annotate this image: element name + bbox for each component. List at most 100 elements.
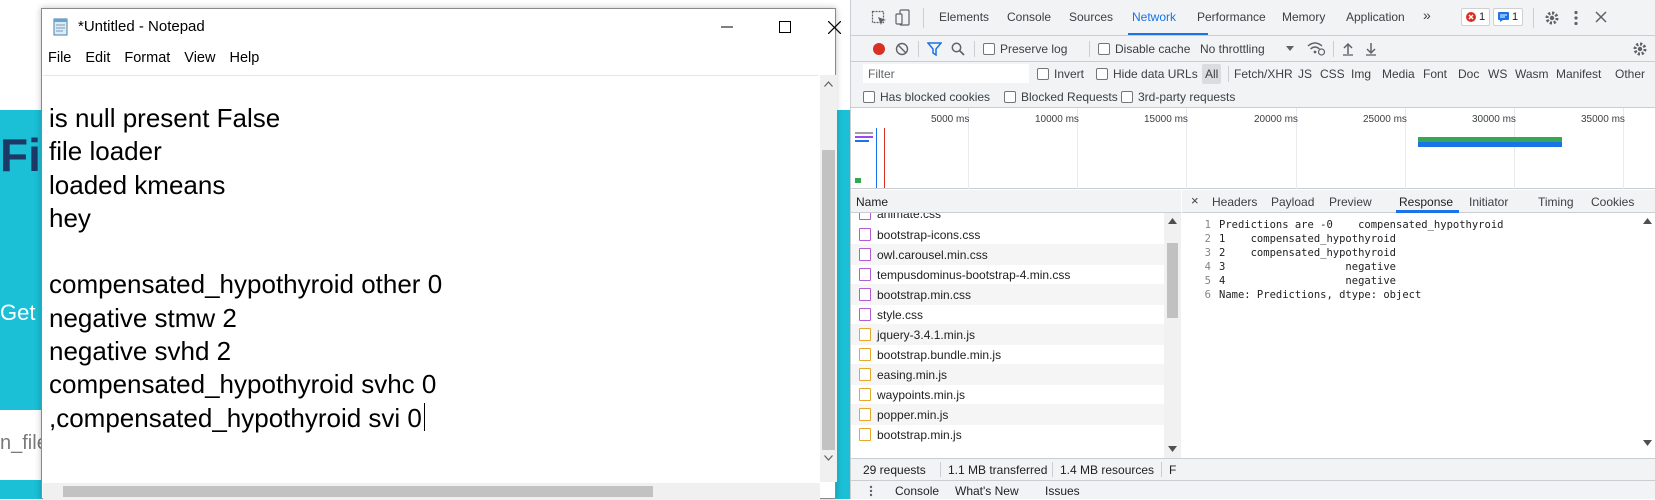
filter-type-font[interactable]: Font xyxy=(1423,67,1447,81)
tab-timing[interactable]: Timing xyxy=(1538,195,1574,209)
close-detail-button[interactable]: × xyxy=(1191,193,1199,208)
request-list-scrollbar[interactable] xyxy=(1164,213,1181,458)
notepad-text-area[interactable]: is null present False file loader loaded… xyxy=(43,75,818,482)
filter-type-fetch-xhr[interactable]: Fetch/XHR xyxy=(1234,67,1293,81)
tab-payload[interactable]: Payload xyxy=(1271,195,1314,209)
tab-network[interactable]: Network xyxy=(1132,10,1176,24)
filter-type-js[interactable]: JS xyxy=(1298,67,1312,81)
request-row[interactable]: popper.min.js xyxy=(851,404,1164,425)
clear-icon[interactable] xyxy=(895,42,909,56)
request-row[interactable]: animate.css xyxy=(851,213,1164,224)
vertical-scroll-thumb[interactable] xyxy=(822,150,835,450)
filter-type-media[interactable]: Media xyxy=(1382,67,1415,81)
filter-icon[interactable] xyxy=(927,42,942,56)
record-icon[interactable] xyxy=(872,42,886,56)
maximize-button[interactable] xyxy=(756,9,814,45)
filter-type-ws[interactable]: WS xyxy=(1488,67,1507,81)
kebab-menu-icon[interactable] xyxy=(869,485,873,497)
request-row[interactable]: tempusdominus-bootstrap-4.min.css xyxy=(851,264,1164,285)
invert-checkbox[interactable]: Invert xyxy=(1037,67,1084,81)
drawer-tab-console[interactable]: Console xyxy=(895,484,939,498)
vertical-scrollbar[interactable] xyxy=(820,75,837,482)
response-body[interactable]: 1 Predictions are -0 compensated_hypothyr… xyxy=(1182,218,1655,302)
scroll-up-arrow[interactable] xyxy=(820,75,837,92)
network-toolbar: Preserve log Disable cache No throttling xyxy=(851,36,1655,62)
filter-type-img[interactable]: Img xyxy=(1351,67,1371,81)
request-row[interactable]: bootstrap.bundle.min.js xyxy=(851,344,1164,365)
request-list-scroll-thumb[interactable] xyxy=(1167,243,1178,318)
download-icon[interactable] xyxy=(1365,42,1377,56)
tab-console[interactable]: Console xyxy=(1007,10,1051,24)
menu-file[interactable]: File xyxy=(42,47,78,71)
menu-edit[interactable]: Edit xyxy=(78,47,117,71)
third-party-requests-checkbox[interactable]: 3rd-party requests xyxy=(1121,90,1235,104)
horizontal-scroll-thumb[interactable] xyxy=(63,486,653,497)
close-icon[interactable] xyxy=(1595,11,1607,23)
tab-elements[interactable]: Elements xyxy=(939,10,989,24)
gear-icon[interactable] xyxy=(1632,41,1648,57)
close-button[interactable] xyxy=(814,9,854,45)
css-file-icon xyxy=(859,213,871,220)
kebab-menu-icon[interactable] xyxy=(1573,10,1579,26)
tab-headers[interactable]: Headers xyxy=(1212,195,1257,209)
request-row[interactable]: easing.min.js xyxy=(851,364,1164,385)
tab-preview[interactable]: Preview xyxy=(1329,195,1372,209)
filter-type-all[interactable]: All xyxy=(1202,64,1222,84)
tab-performance[interactable]: Performance xyxy=(1197,10,1266,24)
request-row[interactable]: bootstrap.min.css xyxy=(851,284,1164,305)
caret-down-icon[interactable] xyxy=(1168,446,1177,452)
tab-initiator[interactable]: Initiator xyxy=(1469,195,1508,209)
hide-data-urls-checkbox[interactable]: Hide data URLs xyxy=(1096,67,1198,81)
request-row[interactable]: bootstrap.min.js xyxy=(851,424,1164,445)
filter-type-wasm[interactable]: Wasm xyxy=(1515,67,1549,81)
request-row[interactable]: bootstrap-icons.css xyxy=(851,224,1164,245)
throttling-select[interactable]: No throttling xyxy=(1200,42,1265,56)
device-toolbar-icon[interactable] xyxy=(895,9,911,26)
tab-response[interactable]: Response xyxy=(1399,195,1453,209)
notepad-titlebar[interactable]: *Untitled - Notepad xyxy=(42,9,841,45)
error-badge[interactable]: 1 xyxy=(1461,8,1491,26)
message-badge[interactable]: 1 xyxy=(1493,8,1524,26)
tab-application[interactable]: Application xyxy=(1346,10,1405,24)
filter-type-css[interactable]: CSS xyxy=(1320,67,1345,81)
search-icon[interactable] xyxy=(951,42,965,56)
horizontal-scrollbar[interactable] xyxy=(43,483,820,500)
network-overview-timeline[interactable]: 5000 ms 10000 ms 15000 ms 20000 ms 25000… xyxy=(851,108,1655,189)
minimize-button[interactable] xyxy=(698,9,756,45)
network-conditions-icon[interactable] xyxy=(1307,41,1325,56)
tab-memory[interactable]: Memory xyxy=(1282,10,1325,24)
request-row[interactable]: style.css xyxy=(851,304,1164,325)
filter-type-manifest[interactable]: Manifest xyxy=(1556,67,1601,81)
blocked-requests-checkbox[interactable]: Blocked Requests xyxy=(1004,90,1118,104)
request-row[interactable]: jquery-3.4.1.min.js xyxy=(851,324,1164,345)
request-row[interactable]: waypoints.min.js xyxy=(851,384,1164,405)
request-list-header[interactable]: Name xyxy=(851,190,1181,213)
caret-down-icon[interactable] xyxy=(1643,440,1652,446)
drawer-tab-whats-new[interactable]: What's New xyxy=(955,484,1019,498)
divider xyxy=(1161,462,1162,477)
last-line-text: ,compensated_hypothyroid svi 0 xyxy=(49,402,422,433)
tab-sources[interactable]: Sources xyxy=(1069,10,1113,24)
menu-view[interactable]: View xyxy=(177,47,222,71)
scroll-down-arrow[interactable] xyxy=(820,449,837,466)
filter-input-box[interactable]: Filter xyxy=(863,64,1029,83)
hero-button[interactable]: Get xyxy=(0,300,35,326)
menu-help[interactable]: Help xyxy=(222,47,266,71)
caret-up-icon[interactable] xyxy=(1643,218,1652,224)
request-row[interactable]: owl.carousel.min.css xyxy=(851,244,1164,265)
preserve-log-checkbox[interactable]: Preserve log xyxy=(983,42,1067,56)
menu-format[interactable]: Format xyxy=(117,47,177,71)
filter-type-doc[interactable]: Doc xyxy=(1458,67,1479,81)
tab-cookies[interactable]: Cookies xyxy=(1591,195,1634,209)
checkbox-box xyxy=(863,91,875,103)
has-blocked-cookies-checkbox[interactable]: Has blocked cookies xyxy=(863,90,990,104)
drawer-tab-issues[interactable]: Issues xyxy=(1045,484,1080,498)
disable-cache-checkbox[interactable]: Disable cache xyxy=(1098,42,1190,56)
inspect-element-icon[interactable] xyxy=(871,10,887,26)
response-scrollbar[interactable] xyxy=(1639,213,1655,458)
upload-icon[interactable] xyxy=(1342,42,1354,56)
gear-icon[interactable] xyxy=(1544,10,1560,26)
filter-type-other[interactable]: Other xyxy=(1615,67,1645,81)
caret-up-icon[interactable] xyxy=(1168,218,1177,224)
more-tabs-button[interactable]: » xyxy=(1423,7,1431,23)
